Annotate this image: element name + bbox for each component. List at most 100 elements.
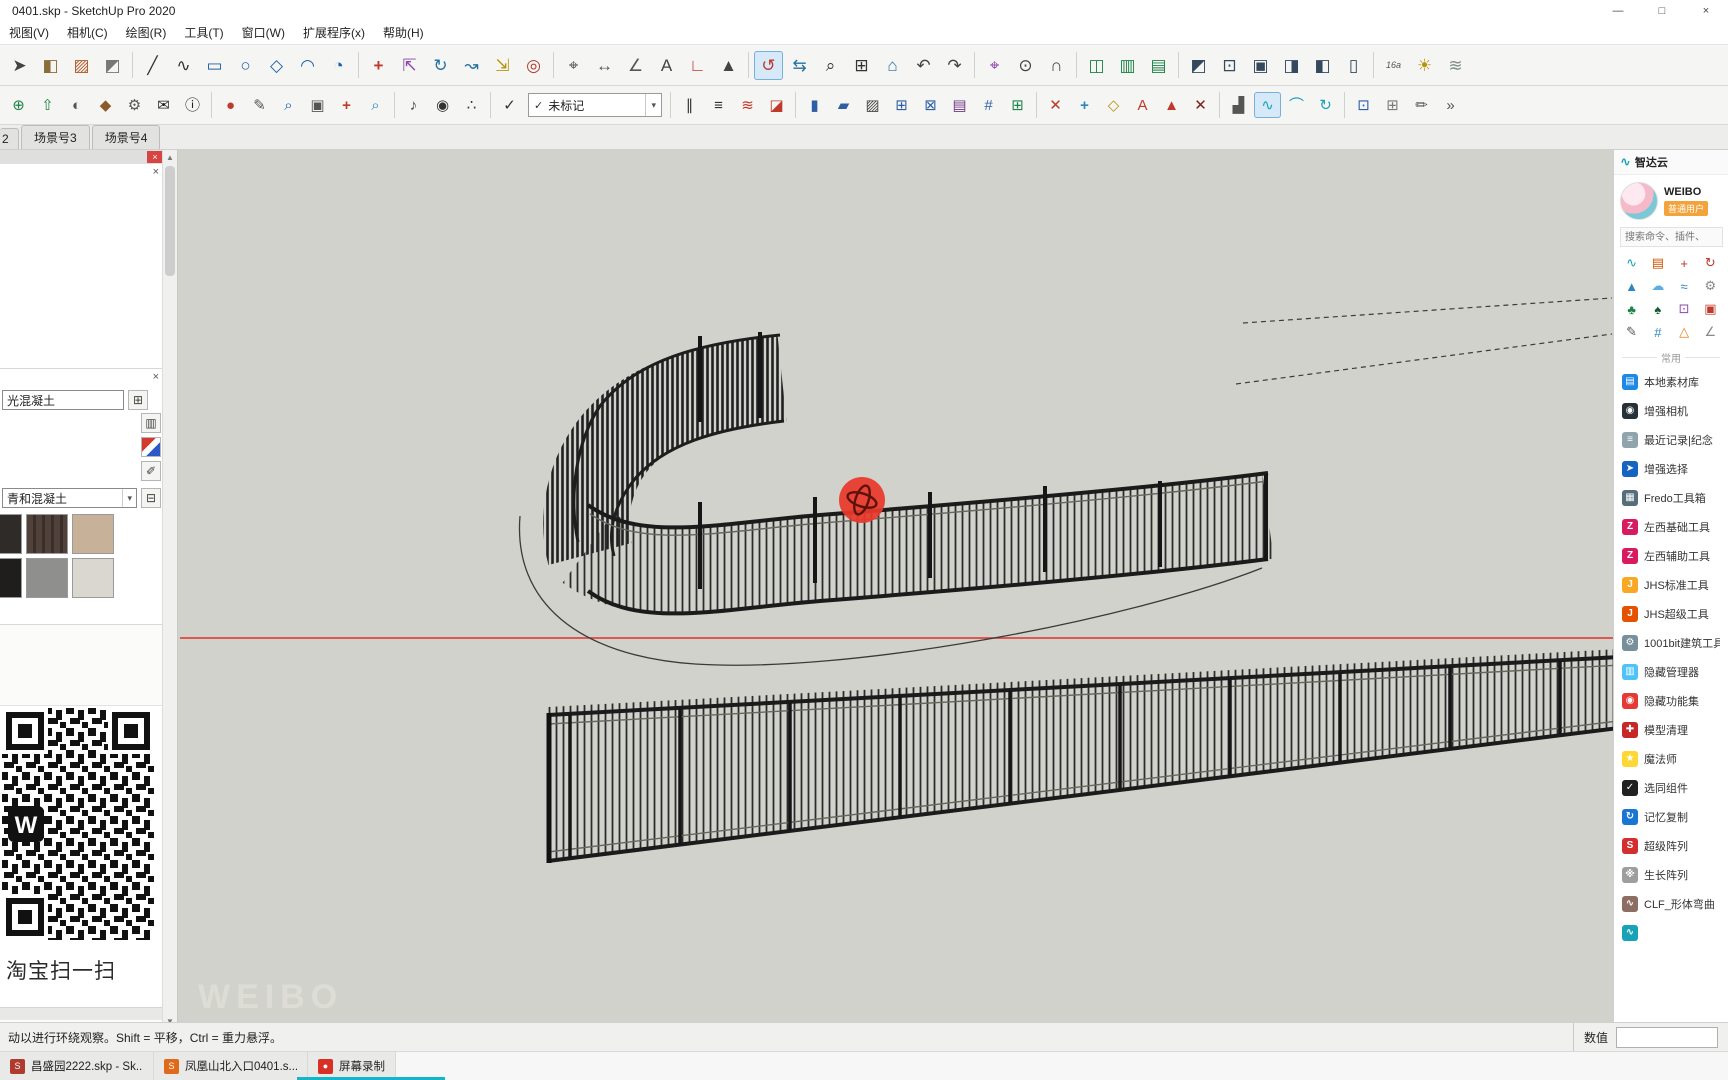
- plugin-hide-function-set[interactable]: ◉ 隐藏功能集: [1614, 686, 1728, 715]
- quick-terrain-button[interactable]: ▲: [1620, 276, 1643, 296]
- preferences-button[interactable]: ⚙: [121, 92, 148, 118]
- text-a-red-button[interactable]: A: [1129, 92, 1156, 118]
- select-tool-button[interactable]: ➤: [5, 51, 34, 80]
- protractor-tool-button[interactable]: ∠: [621, 51, 650, 80]
- grid-tool-2-button[interactable]: ⊞: [1004, 92, 1031, 118]
- quick-water-button[interactable]: ≈: [1673, 276, 1696, 296]
- hatch-tool-button[interactable]: ▨: [859, 92, 886, 118]
- menu-extensions[interactable]: 扩展程序(x): [294, 22, 374, 44]
- align-tool-button[interactable]: ≡: [705, 92, 732, 118]
- create-material-button[interactable]: ⊞: [128, 390, 148, 410]
- voice-tool-button[interactable]: ♪: [400, 92, 427, 118]
- plugin-jhs-standard-tools[interactable]: J JHS标准工具: [1614, 570, 1728, 599]
- right-view-button[interactable]: ◨: [1277, 51, 1306, 80]
- polygon-tool-button[interactable]: ◇: [262, 51, 291, 80]
- display-section-planes-button[interactable]: ▥: [1113, 51, 1142, 80]
- zoom-extents-tool-button[interactable]: ⌂: [878, 51, 907, 80]
- eye-tool-button[interactable]: ◉: [429, 92, 456, 118]
- rectangle-tool-button[interactable]: ▭: [200, 51, 229, 80]
- pie-tool-button[interactable]: ◔: [324, 51, 353, 80]
- plugin-zuoxi-assist-tools[interactable]: Z 左西辅助工具: [1614, 541, 1728, 570]
- quick-cone-button[interactable]: △: [1673, 322, 1696, 342]
- feedback-mail-button[interactable]: ✉: [150, 92, 177, 118]
- plugin-zuoxi-basic-tools[interactable]: Z 左西基础工具: [1614, 512, 1728, 541]
- orbit-tool-button[interactable]: ↺: [754, 50, 783, 80]
- eraser-red-button[interactable]: ◪: [763, 92, 790, 118]
- plugin-magician[interactable]: ★ 魔法师: [1614, 744, 1728, 773]
- quick-material-button[interactable]: ▤: [1646, 253, 1669, 273]
- su-sphere-button[interactable]: ●: [217, 92, 244, 118]
- menu-draw[interactable]: 绘图(R): [117, 22, 176, 44]
- section-plane-tool-button[interactable]: ◫: [1082, 51, 1111, 80]
- menu-tools[interactable]: 工具(T): [175, 22, 232, 44]
- plugin-memory-copy[interactable]: ↻ 记忆复制: [1614, 802, 1728, 831]
- scene-tab-4[interactable]: 场景号4: [91, 125, 161, 149]
- paint-roller-button[interactable]: ⊟: [141, 488, 161, 508]
- panel-b-button[interactable]: ▰: [830, 92, 857, 118]
- material-swatch[interactable]: [72, 514, 114, 554]
- zoom-tool-button[interactable]: ⌕: [816, 51, 845, 80]
- quick-angle-button[interactable]: ∠: [1699, 322, 1722, 342]
- scale-tool-button[interactable]: ⇲: [488, 51, 517, 80]
- plugin-enhanced-camera[interactable]: ◉ 增强相机: [1614, 396, 1728, 425]
- plugin-hide-manager[interactable]: ▥ 隐藏管理器: [1614, 657, 1728, 686]
- slope-tool-button[interactable]: ≋: [734, 92, 761, 118]
- roadline-wave-button[interactable]: ∿: [1254, 92, 1281, 118]
- plugin-select-same-component[interactable]: ✓ 选同组件: [1614, 773, 1728, 802]
- scene-tab-3[interactable]: 场景号3: [21, 125, 90, 149]
- panel-close-icon[interactable]: ×: [153, 167, 159, 178]
- circle-tool-button[interactable]: ○: [231, 51, 260, 80]
- menu-camera[interactable]: 相机(C): [58, 22, 117, 44]
- quick-stamp-button[interactable]: ▣: [1699, 299, 1722, 319]
- zoom-window-tool-button[interactable]: ⊞: [847, 51, 876, 80]
- task-fenghuangshan[interactable]: S 凤凰山北入口0401.s...: [154, 1052, 308, 1080]
- quick-plant-button[interactable]: ♠: [1646, 299, 1669, 319]
- tray-scrollbar[interactable]: ▲ ▼: [162, 150, 177, 1022]
- material-name-input[interactable]: [2, 390, 124, 410]
- flag-red-button[interactable]: ▲: [1158, 92, 1185, 118]
- plus-blue-button[interactable]: +: [1071, 92, 1098, 118]
- scroll-up-icon[interactable]: ▲: [163, 150, 177, 164]
- previous-view-button[interactable]: ↶: [909, 51, 938, 80]
- box-blue-2-button[interactable]: ⊠: [917, 92, 944, 118]
- style-pencil-button[interactable]: ✎: [246, 92, 273, 118]
- scrollbar-thumb[interactable]: [165, 166, 175, 276]
- box-blue-button[interactable]: ⊞: [888, 92, 915, 118]
- materials-close-icon[interactable]: ×: [153, 372, 159, 383]
- menu-help[interactable]: 帮助(H): [374, 22, 433, 44]
- eraser-tool-button[interactable]: ◩: [98, 51, 127, 80]
- paint-bucket-tool-button[interactable]: ▨: [67, 51, 96, 80]
- fog-toggle-button[interactable]: ≋: [1441, 51, 1470, 80]
- tag-dropdown[interactable]: ✓ 未标记 ▾: [528, 93, 662, 117]
- line-tool-button[interactable]: ╱: [138, 51, 167, 80]
- quick-tree-button[interactable]: ♣: [1620, 299, 1643, 319]
- panel-a-button[interactable]: ▮: [801, 92, 828, 118]
- geo-arrow-button[interactable]: ⇧: [34, 92, 61, 118]
- components-nut-button[interactable]: ◆: [92, 92, 119, 118]
- color-swatch-icon[interactable]: [141, 437, 161, 457]
- plugin-recent-records[interactable]: ≡ 最近记录|纪念: [1614, 425, 1728, 454]
- iso-view-button[interactable]: ◩: [1184, 51, 1213, 80]
- parallel-tool-button[interactable]: ∥: [676, 92, 703, 118]
- plugin-local-material-library[interactable]: ▤ 本地素材库: [1614, 367, 1728, 396]
- left-view-button[interactable]: ▯: [1339, 51, 1368, 80]
- plugin-grow-array[interactable]: ※ 生长阵列: [1614, 860, 1728, 889]
- material-swatch[interactable]: [0, 514, 22, 554]
- offset-tool-button[interactable]: ◎: [519, 51, 548, 80]
- window-maximize-button[interactable]: □: [1640, 0, 1684, 22]
- make-component-tool-button[interactable]: ◧: [36, 51, 65, 80]
- freehand-tool-button[interactable]: ∿: [169, 51, 198, 80]
- 3d-text-tool-button[interactable]: ▲: [714, 51, 743, 80]
- quick-wave-button[interactable]: ∿: [1620, 253, 1643, 273]
- material-swatch[interactable]: [26, 558, 68, 598]
- axes-tool-button[interactable]: ∟: [683, 51, 712, 80]
- panel-box-button[interactable]: ⊡: [1350, 92, 1377, 118]
- follow-me-tool-button[interactable]: ↝: [457, 51, 486, 80]
- scene-tab-2[interactable]: 2: [0, 128, 19, 149]
- add-location-button[interactable]: ⊕: [5, 92, 32, 118]
- plugin-1001bit-tools[interactable]: ⚙ 1001bit建筑工具: [1614, 628, 1728, 657]
- frame-tool-button[interactable]: ▣: [304, 92, 331, 118]
- walk-tool-button[interactable]: ∩: [1042, 51, 1071, 80]
- tag-check-button[interactable]: ✓: [496, 92, 523, 118]
- plugin-enhanced-select[interactable]: ➤ 增强选择: [1614, 454, 1728, 483]
